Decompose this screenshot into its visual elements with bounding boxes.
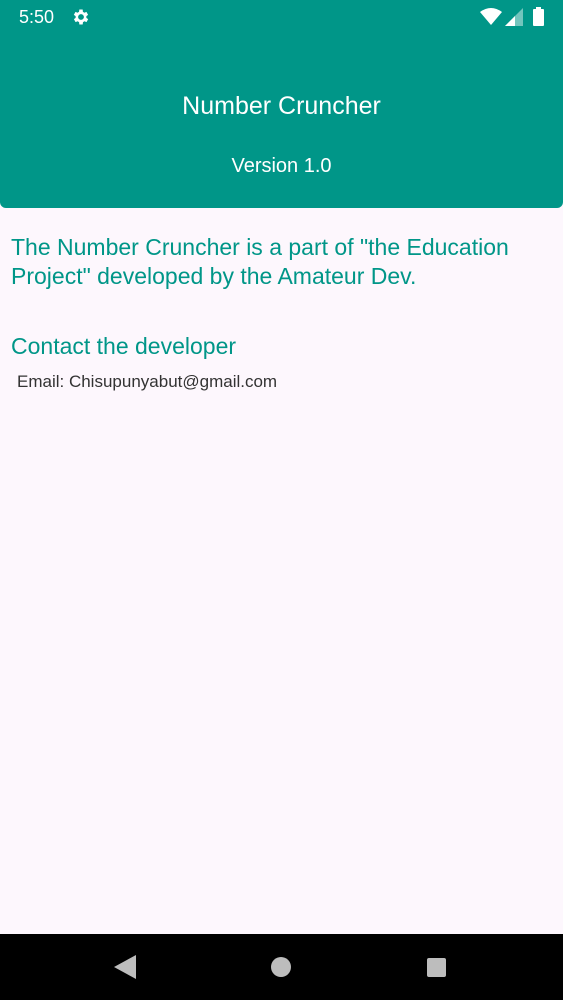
about-description: The Number Cruncher is a part of "the Ed…	[11, 234, 509, 289]
cell-signal-icon	[505, 8, 523, 26]
app-version: Version 1.0	[231, 155, 332, 177]
about-screen: 5:50 Number Cruncher Version 1.0 The Num…	[0, 0, 563, 1000]
status-time: 5:50	[19, 7, 55, 27]
battery-icon	[533, 7, 544, 26]
status-bar: 5:50	[0, 0, 563, 34]
back-icon[interactable]	[114, 955, 136, 979]
app-title: Number Cruncher	[182, 92, 381, 120]
app-header: 5:50 Number Cruncher Version 1.0	[0, 0, 563, 208]
recents-icon[interactable]	[427, 958, 446, 977]
gear-icon	[73, 9, 89, 25]
contact-email[interactable]: Email: Chisupunyabut@gmail.com	[17, 372, 277, 392]
wifi-icon	[480, 8, 502, 25]
home-icon[interactable]	[271, 957, 291, 977]
contact-heading: Contact the developer	[11, 333, 237, 359]
navigation-bar	[0, 934, 563, 1000]
